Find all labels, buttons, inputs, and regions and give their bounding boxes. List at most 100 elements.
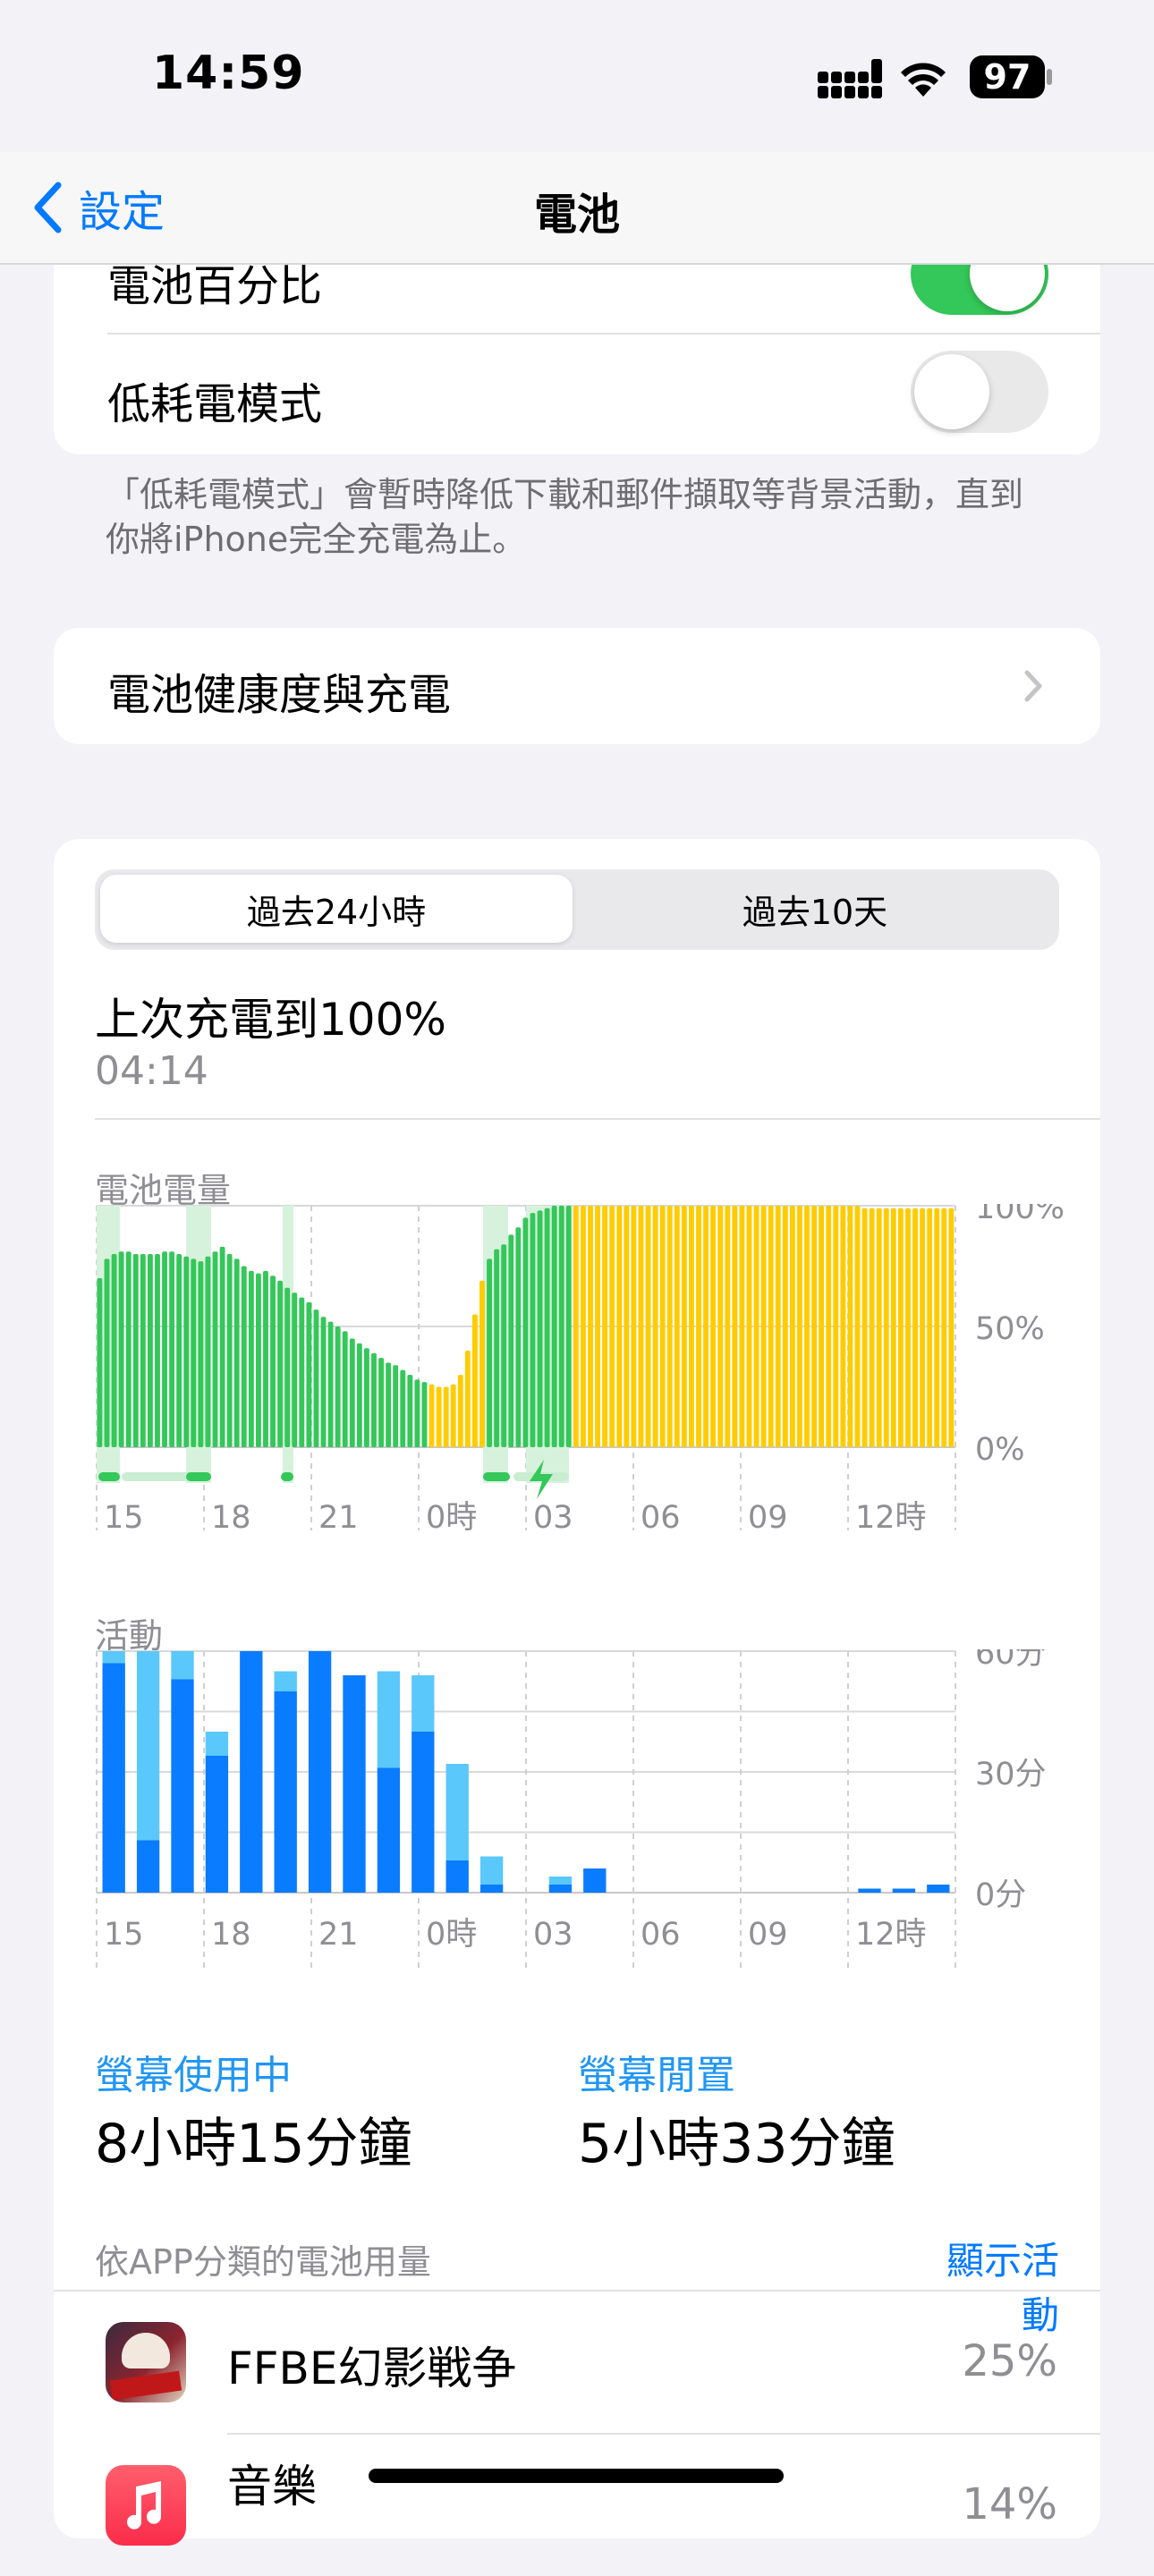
battery-level-bar: [97, 1278, 103, 1447]
battery-level-bar: [183, 1256, 190, 1447]
battery-level-bar: [118, 1251, 124, 1447]
activity-bar-screen-on: [343, 1675, 366, 1893]
battery-health-row[interactable]: 電池健康度與充電: [54, 628, 1100, 744]
battery-level-bar: [155, 1254, 160, 1447]
activity-bar-idle: [205, 1732, 229, 1756]
battery-level-bar: [371, 1352, 377, 1447]
x-tick-label: 18: [211, 1917, 251, 1953]
low-power-footnote-line1: 「低耗電模式」會暫時降低下載和郵件擷取等背景活動，直到: [106, 475, 1024, 514]
battery-level-bar: [782, 1206, 788, 1447]
battery-level-bar: [861, 1208, 868, 1447]
battery-level-bar: [854, 1206, 861, 1447]
y-tick-label: 60分: [975, 1649, 1047, 1672]
x-tick-label: 18: [211, 1500, 251, 1535]
app-usage-row[interactable]: FFBE幻影戦争 25%: [54, 2292, 1100, 2433]
activity-bar-screen-on: [102, 1663, 125, 1893]
battery-level-bar: [537, 1210, 543, 1447]
battery-level-bar: [306, 1302, 312, 1447]
page-title: 電池: [533, 190, 620, 240]
battery-level-bar: [725, 1206, 731, 1447]
battery-level-bar: [710, 1206, 717, 1447]
low-power-mode-label: 低耗電模式: [107, 379, 323, 429]
activity-bar-screen-on: [445, 1860, 469, 1893]
battery-usage-card: 過去24小時 過去10天 上次充電到100% 04:14 電池電量 100% 50…: [54, 839, 1100, 2546]
battery-level-bar: [471, 1314, 478, 1447]
battery-level-bar: [393, 1365, 399, 1447]
battery-level-bar: [443, 1386, 449, 1447]
battery-level-bar: [342, 1331, 348, 1447]
battery-level-bar: [581, 1206, 586, 1447]
x-tick-label: 0時: [426, 1500, 477, 1535]
status-bar: 14:59 97: [0, 0, 1154, 152]
battery-level-bar: [602, 1206, 608, 1447]
battery-level-bar: [717, 1206, 724, 1447]
wifi-icon: [901, 63, 946, 97]
activity-bar-screen-on: [274, 1691, 297, 1893]
battery-level-bar: [652, 1206, 658, 1447]
battery-level-bar: [501, 1244, 507, 1447]
battery-level-bar: [327, 1321, 334, 1447]
activity-bar-idle: [377, 1671, 401, 1768]
navigation-bar: 設定 電池: [0, 152, 1154, 265]
battery-level-bar: [883, 1208, 889, 1447]
screen-idle-value: 5小時33分鐘: [578, 2113, 895, 2175]
battery-level-bar: [241, 1266, 247, 1447]
battery-level-bar: [205, 1256, 211, 1447]
app-usage-percent: 14%: [962, 2479, 1057, 2529]
battery-level-bar: [386, 1362, 392, 1447]
battery-level-bar: [833, 1206, 839, 1447]
battery-level-bar: [191, 1258, 197, 1447]
x-tick-label: 21: [318, 1500, 359, 1535]
battery-level-bar: [920, 1208, 926, 1447]
y-tick-label: 100%: [975, 1204, 1065, 1226]
battery-level-bar: [847, 1206, 853, 1447]
battery-level-bar: [494, 1249, 500, 1447]
x-tick-label: 09: [748, 1917, 788, 1953]
cellular-signal-icon: [818, 59, 882, 98]
x-tick-label: 06: [641, 1500, 681, 1535]
segment-last-10-days[interactable]: 過去10天: [576, 875, 1054, 943]
low-power-mode-toggle[interactable]: [911, 351, 1048, 433]
screen-on-label: 螢幕使用中: [95, 2053, 292, 2098]
battery-level-bar: [746, 1206, 752, 1447]
activity-bar-screen-on: [136, 1840, 160, 1893]
battery-level-bar: [487, 1258, 492, 1447]
battery-level-chart: 100% 50% 0% 15 18 21 0時 03 06 09 12時: [96, 1204, 1065, 1535]
battery-level-bar: [811, 1206, 818, 1447]
battery-level-bar: [840, 1206, 846, 1447]
segment-last-24-hours[interactable]: 過去24小時: [100, 875, 573, 943]
battery-level-bar: [292, 1292, 298, 1447]
last-charge-time: 04:14: [95, 1048, 208, 1094]
app-name: 音樂: [227, 2461, 317, 2512]
battery-level-bar: [169, 1251, 175, 1447]
x-tick-label: 21: [318, 1917, 359, 1953]
battery-level-bar: [356, 1343, 362, 1447]
screen-idle-label: 螢幕閒置: [578, 2053, 735, 2098]
battery-level-bar: [703, 1206, 709, 1447]
activity-bar-screen-on: [377, 1767, 401, 1893]
activity-bar-screen-on: [583, 1868, 607, 1893]
app-name: FFBE幻影戦争: [227, 2343, 517, 2394]
battery-level-bar: [212, 1251, 218, 1447]
app-usage-row[interactable]: 音樂 14%: [54, 2435, 1100, 2576]
battery-level-bar: [588, 1206, 593, 1447]
home-indicator[interactable]: [369, 2469, 784, 2483]
battery-level-bar: [544, 1208, 550, 1447]
charging-indicator: [281, 1472, 293, 1481]
activity-bar-screen-on: [927, 1885, 950, 1893]
battery-level-bar: [869, 1208, 875, 1447]
x-tick-label: 12時: [855, 1500, 927, 1535]
battery-level-bar: [363, 1348, 369, 1447]
battery-level-bar: [140, 1254, 146, 1447]
divider: [107, 333, 1100, 335]
x-tick-label: 03: [533, 1917, 573, 1953]
battery-level-bar: [573, 1206, 579, 1447]
time-range-segmented-control: 過去24小時 過去10天: [95, 869, 1059, 950]
battery-level-bar: [732, 1206, 738, 1447]
battery-level-bar: [631, 1206, 637, 1447]
activity-bar-screen-on: [171, 1679, 194, 1893]
last-charge-title: 上次充電到100%: [95, 994, 446, 1046]
battery-health-label: 電池健康度與充電: [107, 670, 452, 720]
battery-level-bar: [219, 1246, 225, 1447]
activity-bar-screen-on: [892, 1888, 916, 1893]
